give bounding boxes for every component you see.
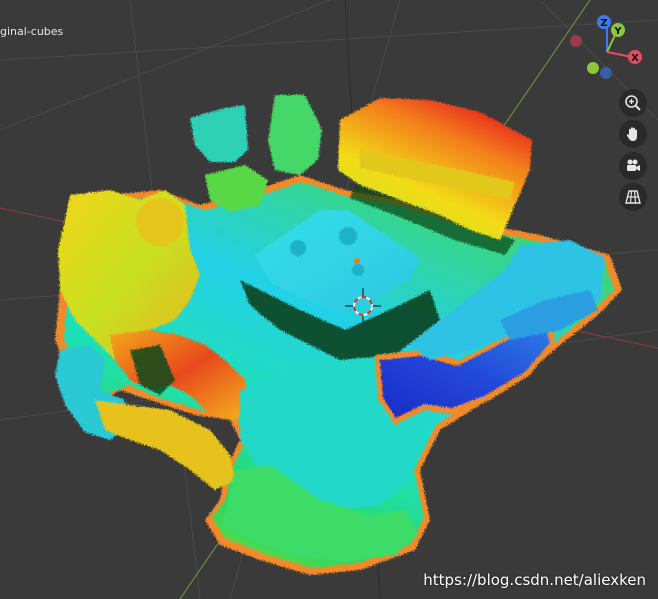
back-plant-cloud [268, 95, 322, 175]
3d-viewport[interactable]: Z Y X [0, 0, 658, 599]
table-item-3 [352, 264, 364, 276]
zoom-button[interactable] [619, 89, 647, 117]
back-wall-cloud [190, 105, 248, 162]
gizmo-x-label: X [631, 53, 639, 64]
watermark: https://blog.csdn.net/aliexken [423, 571, 646, 589]
grid-icon [624, 188, 642, 206]
gizmo-z-label: Z [600, 18, 607, 29]
camera-icon [624, 157, 642, 175]
gizmo-neg-x[interactable] [570, 35, 582, 47]
zoom-icon [624, 94, 642, 112]
pan-button[interactable] [619, 120, 647, 148]
gizmo-y-label: Y [613, 26, 622, 37]
active-object-name: ginal-cubes [0, 25, 64, 38]
object-origin [354, 258, 360, 264]
table-item-2 [339, 227, 357, 245]
hand-pan-icon [624, 125, 642, 143]
camera-view-button[interactable] [619, 152, 647, 180]
round-plant-cloud [136, 198, 184, 246]
table-item-1 [290, 240, 306, 256]
gizmo-neg-y[interactable] [587, 62, 599, 74]
orthographic-toggle-button[interactable] [619, 183, 647, 211]
point-cloud [55, 95, 622, 575]
gizmo-neg-z[interactable] [600, 67, 612, 79]
